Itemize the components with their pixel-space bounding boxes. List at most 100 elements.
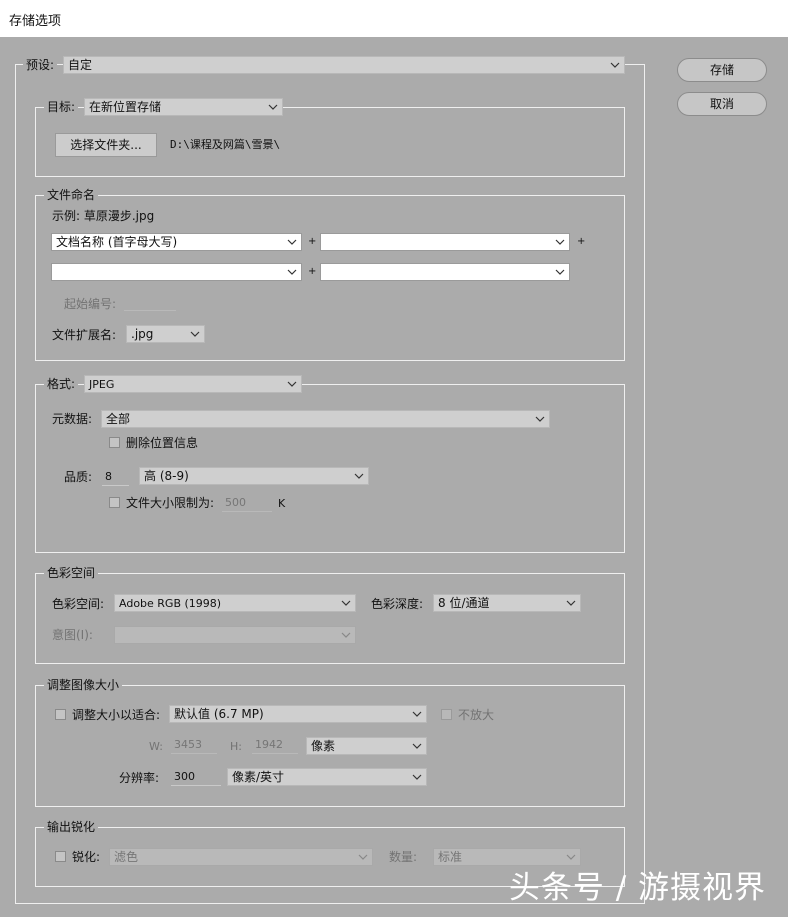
resolution-label: 分辨率: <box>119 771 160 785</box>
title-bar: 存储选项 <box>0 0 788 37</box>
quality-dropdown[interactable]: 高 (8-9) <box>139 467 369 485</box>
chevron-down-icon <box>412 710 422 718</box>
chevron-down-icon <box>535 415 545 423</box>
save-button-label: 存储 <box>709 63 734 77</box>
cancel-button-label: 取消 <box>709 97 734 111</box>
target-value: 在新位置存储 <box>89 100 162 114</box>
choose-folder-button[interactable]: 选择文件夹... <box>55 133 157 157</box>
color-space-dropdown[interactable]: Adobe RGB (1998) <box>114 594 356 612</box>
format-dropdown[interactable]: JPEG <box>84 375 302 393</box>
preset-value: 自定 <box>68 58 93 72</box>
color-group <box>35 573 625 664</box>
height-value: 1942 <box>255 738 283 751</box>
resolution-unit-value: 像素/英寸 <box>232 770 285 784</box>
size-limit-input[interactable]: 500 <box>222 494 272 512</box>
plus-sign: + <box>577 236 586 247</box>
preset-label: 预设: <box>23 58 58 72</box>
unit-value: 像素 <box>311 739 336 753</box>
naming-field-4[interactable] <box>320 263 570 281</box>
metadata-dropdown[interactable]: 全部 <box>101 410 550 428</box>
plus-sign: + <box>308 236 317 247</box>
naming-legend: 文件命名 <box>44 188 99 202</box>
folder-path: D:\课程及网篇\雪景\ <box>170 138 281 151</box>
target-legend: 目标: <box>44 100 79 114</box>
extension-label: 文件扩展名: <box>52 328 117 342</box>
no-enlarge-label: 不放大 <box>458 708 495 722</box>
chevron-down-icon <box>610 61 620 69</box>
start-number-input[interactable] <box>124 293 176 311</box>
no-enlarge-checkbox[interactable] <box>441 709 452 720</box>
naming-field-2[interactable] <box>320 233 570 251</box>
sharpen-dropdown[interactable]: 滤色 <box>109 848 373 866</box>
sharpen-legend: 输出锐化 <box>44 820 99 834</box>
resolution-value: 300 <box>174 770 195 783</box>
size-limit-label: 文件大小限制为: <box>126 496 215 510</box>
width-input[interactable]: 3453 <box>171 736 217 754</box>
quality-number-value: 8 <box>105 470 112 483</box>
fit-dropdown[interactable]: 默认值 (6.7 MP) <box>169 705 427 723</box>
resolution-input[interactable]: 300 <box>171 768 221 786</box>
width-label: W: <box>149 740 163 753</box>
chevron-down-icon <box>341 599 351 607</box>
watermark: 头条号 / 游摄视界 <box>508 870 766 906</box>
chevron-down-icon <box>287 380 297 388</box>
width-value: 3453 <box>174 738 202 751</box>
size-limit-value: 500 <box>225 496 246 509</box>
target-dropdown[interactable]: 在新位置存储 <box>84 98 283 116</box>
amount-label: 数量: <box>389 850 418 864</box>
sharpen-value: 滤色 <box>114 850 139 864</box>
chevron-down-icon <box>412 742 422 750</box>
plus-sign: + <box>308 266 317 277</box>
window-title: 存储选项 <box>9 14 62 29</box>
size-limit-unit: K <box>278 497 286 510</box>
save-button[interactable]: 存储 <box>677 58 767 82</box>
start-number-label: 起始编号: <box>64 297 117 311</box>
resolution-unit-dropdown[interactable]: 像素/英寸 <box>227 768 427 786</box>
chevron-down-icon <box>287 268 297 276</box>
color-depth-dropdown[interactable]: 8 位/通道 <box>433 594 581 612</box>
remove-location-checkbox[interactable] <box>109 437 120 448</box>
naming-field-1[interactable]: 文档名称 (首字母大写) <box>51 233 302 251</box>
choose-folder-label: 选择文件夹... <box>70 138 142 152</box>
format-value: JPEG <box>89 378 115 391</box>
color-space-value: Adobe RGB (1998) <box>119 597 222 610</box>
color-legend: 色彩空间 <box>44 566 99 580</box>
fit-label: 调整大小以适合: <box>72 708 161 722</box>
color-depth-label: 色彩深度: <box>371 597 424 611</box>
quality-number-input[interactable]: 8 <box>102 468 129 486</box>
metadata-value: 全部 <box>106 412 131 426</box>
chevron-down-icon <box>566 599 576 607</box>
height-label: H: <box>230 740 242 753</box>
resize-legend: 调整图像大小 <box>44 678 123 692</box>
metadata-label: 元数据: <box>52 412 93 426</box>
quality-value: 高 (8-9) <box>144 469 189 483</box>
color-space-label: 色彩空间: <box>52 597 105 611</box>
sharpen-checkbox[interactable] <box>55 851 66 862</box>
preset-dropdown[interactable]: 自定 <box>63 56 625 74</box>
chevron-down-icon <box>566 853 576 861</box>
chevron-down-icon <box>287 238 297 246</box>
chevron-down-icon <box>555 268 565 276</box>
chevron-down-icon <box>268 103 278 111</box>
quality-label: 品质: <box>64 470 93 484</box>
sharpen-label: 锐化: <box>72 850 101 864</box>
amount-value: 标准 <box>438 850 463 864</box>
format-legend: 格式: <box>44 377 79 391</box>
size-limit-checkbox[interactable] <box>109 497 120 508</box>
extension-dropdown[interactable]: .jpg <box>126 325 205 343</box>
height-input[interactable]: 1942 <box>252 736 298 754</box>
color-depth-value: 8 位/通道 <box>438 596 490 610</box>
naming-example: 示例: 草原漫步.jpg <box>52 209 155 223</box>
chevron-down-icon <box>354 472 364 480</box>
fit-checkbox[interactable] <box>55 709 66 720</box>
intent-dropdown[interactable] <box>114 626 356 644</box>
unit-dropdown[interactable]: 像素 <box>306 737 427 755</box>
remove-location-label: 删除位置信息 <box>126 436 199 450</box>
intent-label: 意图(Ⅰ): <box>52 628 93 642</box>
chevron-down-icon <box>358 853 368 861</box>
extension-value: .jpg <box>131 327 154 341</box>
chevron-down-icon <box>190 330 200 338</box>
naming-field-3[interactable] <box>51 263 302 281</box>
cancel-button[interactable]: 取消 <box>677 92 767 116</box>
fit-value: 默认值 (6.7 MP) <box>174 707 264 721</box>
